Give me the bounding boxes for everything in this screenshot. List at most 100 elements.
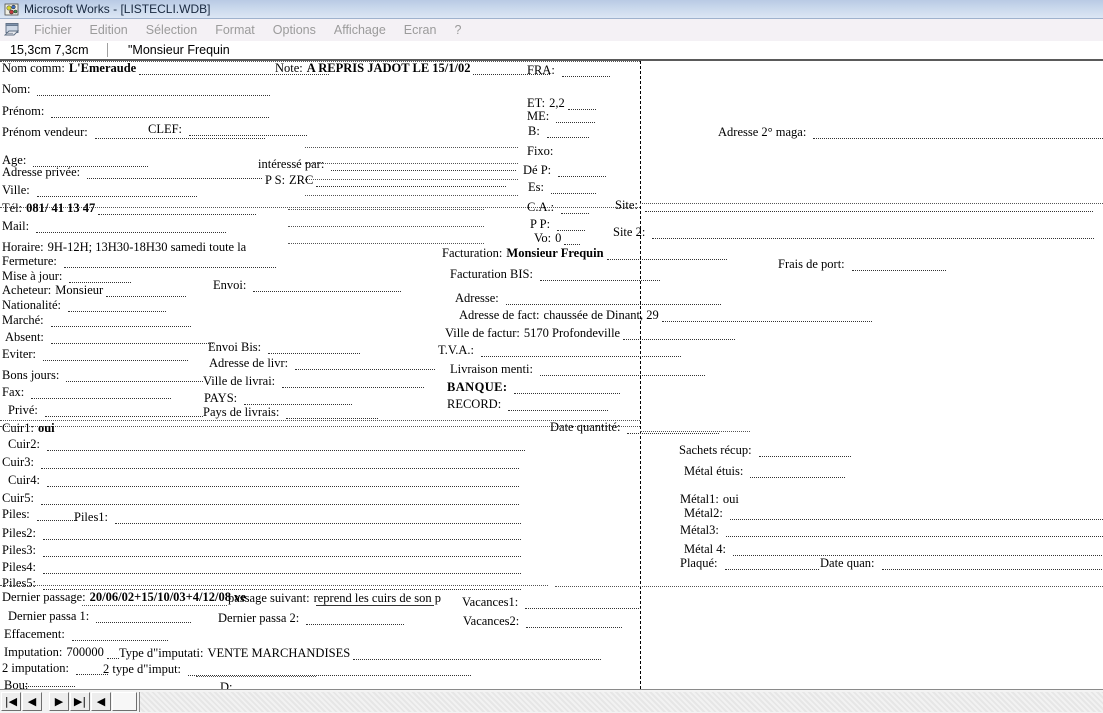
field-ville-de-factur[interactable]: Ville de factur: 5170 Profondeville bbox=[445, 327, 736, 340]
field-value[interactable]: 9H-12H; 13H30-18H30 samedi toute la bbox=[44, 241, 247, 254]
field-marche[interactable]: Marché: bbox=[2, 314, 191, 327]
field-value[interactable]: VENTE MARCHANDISES bbox=[203, 647, 350, 660]
field-adresse[interactable]: Adresse: bbox=[455, 292, 721, 305]
field-value[interactable]: L'Emeraude bbox=[65, 62, 136, 75]
field-note[interactable]: Note: A REPRIS JADOT LE 15/1/02 bbox=[275, 62, 551, 75]
field-tva[interactable]: T.V.A.: bbox=[438, 344, 681, 357]
field-value[interactable]: 5170 Profondeville bbox=[520, 327, 620, 340]
menu-item-fichier[interactable]: Fichier bbox=[25, 23, 81, 37]
field-piles5[interactable]: Piles5: bbox=[2, 577, 522, 590]
field-mise-a-jour[interactable]: Mise à jour: bbox=[2, 270, 132, 283]
field-piles3[interactable]: Piles3: bbox=[2, 544, 522, 557]
form-canvas[interactable]: Nom comm: L'Emeraude Nom: Prénom: Prénom… bbox=[0, 61, 1103, 689]
field-effacement[interactable]: Effacement: bbox=[4, 628, 168, 641]
field-passage-suivant[interactable]: passage suivant: reprend les cuirs de so… bbox=[228, 592, 441, 605]
field-sachets-recup[interactable]: Sachets récup: bbox=[679, 444, 851, 457]
field-date-quantite[interactable]: Date quantité: bbox=[550, 421, 720, 434]
field-de-p[interactable]: Dé P: bbox=[523, 164, 607, 177]
formula-input[interactable]: "Monsieur Frequin bbox=[120, 43, 230, 57]
field-d[interactable]: D: bbox=[220, 681, 237, 690]
field-metal1[interactable]: Métal1: oui bbox=[680, 493, 739, 506]
field-date-quan[interactable]: Date quan: bbox=[820, 557, 1103, 570]
field-ps[interactable]: P S: ZRC bbox=[265, 174, 507, 187]
field-type-imputation[interactable]: Type d"imputati: VENTE MARCHANDISES bbox=[119, 647, 602, 660]
field-piles1[interactable]: Piles1: bbox=[74, 511, 522, 524]
field-dernier-passa-1[interactable]: Dernier passa 1: bbox=[8, 610, 192, 623]
field-pp[interactable]: P P: bbox=[530, 218, 586, 231]
menu-item-options[interactable]: Options bbox=[264, 23, 325, 37]
field-fermeture[interactable]: Fermeture: bbox=[2, 255, 276, 268]
field-cuir3[interactable]: Cuir3: bbox=[2, 456, 519, 469]
field-vacances1[interactable]: Vacances1: bbox=[462, 596, 642, 609]
field-value[interactable]: 081/ 41 13 47 bbox=[22, 202, 95, 215]
field-value[interactable]: 0 bbox=[551, 232, 561, 245]
field-fax[interactable]: Fax: bbox=[2, 386, 172, 399]
field-value[interactable]: chaussée de Dinant, 29 bbox=[540, 309, 659, 322]
field-value[interactable]: oui bbox=[719, 493, 739, 506]
field-metal3[interactable]: Métal3: bbox=[680, 524, 1103, 537]
first-record-button[interactable]: |◀ bbox=[1, 692, 21, 711]
field-value[interactable]: 700000 bbox=[62, 646, 104, 659]
field-envoi[interactable]: Envoi: bbox=[213, 279, 402, 292]
field-2-imputation[interactable]: 2 imputation: bbox=[2, 662, 109, 675]
field-banque[interactable]: BANQUE: bbox=[447, 381, 621, 394]
field-adresse-de-livr[interactable]: Adresse de livr: bbox=[209, 357, 436, 370]
next-record-button[interactable]: ▶ bbox=[49, 692, 69, 711]
previous-record-button[interactable]: ◀ bbox=[22, 692, 42, 711]
field-ca[interactable]: C.A.: bbox=[527, 201, 590, 214]
field-frais-de-port[interactable]: Frais de port: bbox=[778, 258, 946, 271]
field-nationalite[interactable]: Nationalité: bbox=[2, 299, 167, 312]
last-record-button[interactable]: ▶| bbox=[70, 692, 90, 711]
field-es[interactable]: Es: bbox=[528, 181, 596, 194]
field-vacances2[interactable]: Vacances2: bbox=[463, 615, 623, 628]
field-horaire[interactable]: Horaire: 9H-12H; 13H30-18H30 samedi tout… bbox=[2, 241, 246, 254]
field-site-2[interactable]: Site 2: bbox=[613, 226, 1095, 239]
field-acheteur[interactable]: Acheteur: Monsieur bbox=[2, 284, 187, 297]
field-value[interactable]: Monsieur Frequin bbox=[502, 247, 603, 260]
field-value[interactable]: Monsieur bbox=[51, 284, 103, 297]
field-adresse-de-fact[interactable]: Adresse de fact: chaussée de Dinant, 29 bbox=[459, 309, 872, 322]
field-nom[interactable]: Nom: bbox=[2, 83, 271, 96]
field-absent[interactable]: Absent: bbox=[5, 331, 213, 344]
field-clef[interactable]: CLEF: bbox=[148, 123, 308, 136]
field-piles4[interactable]: Piles4: bbox=[2, 561, 522, 574]
field-plaque[interactable]: Plaqué: bbox=[680, 557, 819, 570]
field-facturation[interactable]: Facturation: Monsieur Frequin bbox=[442, 247, 727, 260]
field-metal-4[interactable]: Métal 4: bbox=[684, 543, 1103, 556]
menu-item-affichage[interactable]: Affichage bbox=[325, 23, 395, 37]
field-cuir4[interactable]: Cuir4: bbox=[8, 474, 519, 487]
field-ville[interactable]: Ville: bbox=[2, 184, 197, 197]
field-mail[interactable]: Mail: bbox=[2, 220, 227, 233]
field-metal-etuis[interactable]: Métal étuis: bbox=[684, 465, 846, 478]
field-cuir1[interactable]: Cuir1: oui bbox=[2, 422, 55, 435]
field-prenom[interactable]: Prénom: bbox=[2, 105, 270, 118]
field-value[interactable]: ZRC bbox=[285, 174, 313, 187]
field-adresse-privee[interactable]: Adresse privée: bbox=[2, 166, 263, 179]
field-imputation[interactable]: Imputation: 700000 bbox=[4, 646, 119, 659]
field-pays[interactable]: PAYS: bbox=[204, 392, 353, 405]
field-value[interactable]: oui bbox=[34, 422, 55, 435]
field-bons-jours[interactable]: Bons jours: bbox=[2, 369, 204, 382]
field-interesse-par[interactable]: intéressé par: bbox=[258, 158, 517, 171]
scroll-left-button[interactable]: ◀ bbox=[91, 692, 111, 711]
field-vo[interactable]: Vo: 0 bbox=[534, 232, 581, 245]
field-site[interactable]: Site: bbox=[615, 199, 1093, 212]
menu-item-help[interactable]: ? bbox=[445, 23, 470, 37]
field-b[interactable]: B: bbox=[528, 125, 589, 138]
field-facturation-bis[interactable]: Facturation BIS: bbox=[450, 268, 660, 281]
field-eviter[interactable]: Eviter: bbox=[2, 348, 189, 361]
field-bou[interactable]: Bou: bbox=[4, 679, 67, 690]
field-value[interactable]: 20/06/02+15/10/03+4/12/08 ve bbox=[86, 591, 246, 604]
field-adresse-2-maga[interactable]: Adresse 2° maga: bbox=[718, 126, 1103, 139]
field-pays-de-livrais[interactable]: Pays de livrais: bbox=[203, 406, 379, 419]
field-cuir2[interactable]: Cuir2: bbox=[8, 438, 525, 451]
field-piles2[interactable]: Piles2: bbox=[2, 527, 522, 540]
field-me[interactable]: ME: bbox=[527, 110, 596, 123]
field-envoi-bis[interactable]: Envoi Bis: bbox=[208, 341, 361, 354]
field-tel[interactable]: Tél: 081/ 41 13 47 bbox=[2, 202, 257, 215]
menu-item-ecran[interactable]: Ecran bbox=[395, 23, 446, 37]
field-dernier-passa-2[interactable]: Dernier passa 2: bbox=[218, 612, 405, 625]
field-record[interactable]: RECORD: bbox=[447, 398, 609, 411]
field-piles[interactable]: Piles: bbox=[2, 508, 77, 521]
field-dernier-passage[interactable]: Dernier passage: 20/06/02+15/10/03+4/12/… bbox=[2, 591, 246, 604]
